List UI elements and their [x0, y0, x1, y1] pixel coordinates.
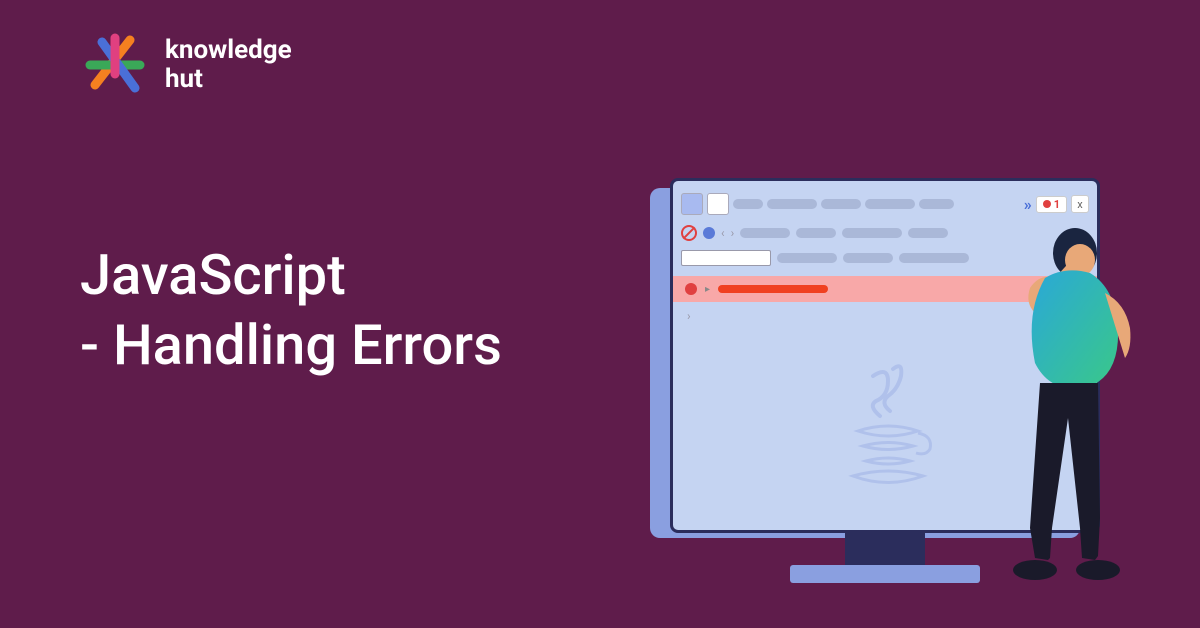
expand-arrow-icon: ▸ — [705, 284, 710, 295]
java-logo-icon — [838, 361, 938, 501]
page-title: JavaScript - Handling Errors — [80, 240, 502, 380]
filter-placeholder — [908, 228, 948, 238]
title-line-2: - Handling Errors — [80, 310, 502, 380]
search-input — [681, 250, 771, 266]
brand-logo: knowledge hut — [80, 30, 292, 100]
tab-placeholder — [919, 199, 954, 209]
tab-placeholder — [767, 199, 817, 209]
tab-placeholder — [865, 199, 915, 209]
filter-placeholder — [842, 228, 902, 238]
devtools-toolbar: » 1 x — [681, 189, 1089, 219]
devtools-illustration: » 1 x ‹ › ▸ — [640, 178, 1160, 608]
brand-line-1: knowledge — [165, 36, 292, 65]
logo-icon — [80, 30, 150, 100]
error-count-badge: 1 — [1036, 196, 1067, 213]
option-placeholder — [777, 253, 837, 263]
tab-placeholder — [733, 199, 763, 209]
error-message-placeholder — [718, 285, 828, 293]
monitor-base — [790, 565, 980, 583]
close-icon: x — [1071, 195, 1089, 213]
inspect-icon — [681, 193, 703, 215]
brand-name: knowledge hut — [165, 36, 292, 93]
chevron-left-icon: ‹ — [721, 226, 725, 240]
option-placeholder — [843, 253, 893, 263]
console-prompt-icon: › — [687, 309, 691, 323]
error-dot-icon — [1043, 200, 1051, 208]
monitor-stand — [845, 533, 925, 568]
chevron-right-icon: › — [731, 226, 735, 240]
filter-placeholder — [740, 228, 790, 238]
tab-placeholder — [821, 199, 861, 209]
title-line-1: JavaScript — [80, 240, 502, 310]
more-tabs-icon: » — [1024, 195, 1032, 214]
confused-person-illustration — [980, 218, 1160, 598]
error-indicator-icon — [685, 283, 697, 295]
error-count: 1 — [1054, 198, 1060, 211]
clear-console-icon — [681, 225, 697, 241]
option-placeholder — [899, 253, 969, 263]
brand-line-2: hut — [165, 65, 292, 94]
filter-dot-icon — [703, 227, 715, 239]
filter-placeholder — [796, 228, 836, 238]
device-icon — [707, 193, 729, 215]
